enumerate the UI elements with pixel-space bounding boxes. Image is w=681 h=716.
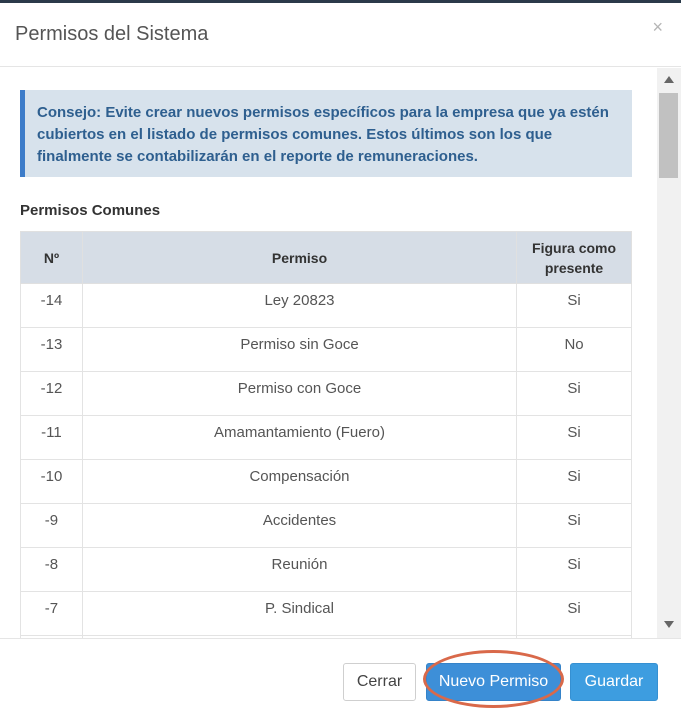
- column-header-permiso: Permiso: [81, 231, 518, 284]
- column-header-number: Nº: [20, 231, 83, 284]
- section-title: Permisos Comunes: [20, 202, 161, 219]
- vertical-scrollbar[interactable]: [657, 68, 681, 638]
- table-header-row: Nº Permiso Figura como presente: [20, 231, 632, 284]
- cell-presente: No: [516, 327, 632, 372]
- cell-number: -14: [20, 283, 83, 328]
- cell-number: -8: [20, 547, 83, 592]
- save-button[interactable]: Guardar: [570, 663, 658, 701]
- table-row[interactable]: -11 Amamantamiento (Fuero) Si: [20, 415, 632, 460]
- cell-presente: Si: [516, 415, 632, 460]
- table-row[interactable]: -13 Permiso sin Goce No: [20, 327, 632, 372]
- table-row[interactable]: -12 Permiso con Goce Si: [20, 371, 632, 416]
- cell-permiso: Ley 20823: [81, 283, 518, 328]
- cell-permiso: Amamantamiento (Fuero): [81, 415, 518, 460]
- cell-permiso: Permiso con Goce: [81, 371, 518, 416]
- cell-number: -11: [20, 415, 83, 460]
- cell-presente: Si: [516, 371, 632, 416]
- close-icon[interactable]: ×: [652, 18, 663, 36]
- new-permission-button[interactable]: Nuevo Permiso: [426, 663, 561, 701]
- cell-presente: Si: [516, 503, 632, 548]
- cell-number: -7: [20, 591, 83, 636]
- cell-presente: Si: [516, 283, 632, 328]
- table-row[interactable]: -14 Ley 20823 Si: [20, 283, 632, 328]
- column-header-presente: Figura como presente: [516, 231, 632, 284]
- cell-permiso: Compensación: [81, 459, 518, 504]
- cell-permiso: Permiso sin Goce: [81, 327, 518, 372]
- modal-body: Consejo: Evite crear nuevos permisos esp…: [0, 68, 657, 638]
- scroll-down-arrow-icon[interactable]: [664, 621, 674, 628]
- cell-presente: Si: [516, 459, 632, 504]
- scroll-thumb[interactable]: [659, 93, 678, 178]
- cell-number: -12: [20, 371, 83, 416]
- tip-alert: Consejo: Evite crear nuevos permisos esp…: [20, 90, 632, 177]
- modal-footer: Cerrar Nuevo Permiso Guardar: [0, 638, 681, 716]
- cell-presente: Si: [516, 547, 632, 592]
- cell-presente: Si: [516, 591, 632, 636]
- cell-permiso: P. Sindical: [81, 591, 518, 636]
- table-row[interactable]: -9 Accidentes Si: [20, 503, 632, 548]
- modal-title: Permisos del Sistema: [15, 23, 209, 45]
- cell-number: -10: [20, 459, 83, 504]
- close-button[interactable]: Cerrar: [343, 663, 416, 701]
- modal-header: Permisos del Sistema ×: [0, 3, 681, 67]
- cell-number: -9: [20, 503, 83, 548]
- permissions-table: Nº Permiso Figura como presente -14 Ley …: [20, 231, 632, 638]
- table-row[interactable]: -7 P. Sindical Si: [20, 591, 632, 636]
- scroll-up-arrow-icon[interactable]: [664, 76, 674, 83]
- tip-alert-text: Consejo: Evite crear nuevos permisos esp…: [37, 104, 609, 165]
- cell-permiso: Accidentes: [81, 503, 518, 548]
- cell-permiso: Reunión: [81, 547, 518, 592]
- cell-number: -13: [20, 327, 83, 372]
- table-row[interactable]: -8 Reunión Si: [20, 547, 632, 592]
- table-row[interactable]: -10 Compensación Si: [20, 459, 632, 504]
